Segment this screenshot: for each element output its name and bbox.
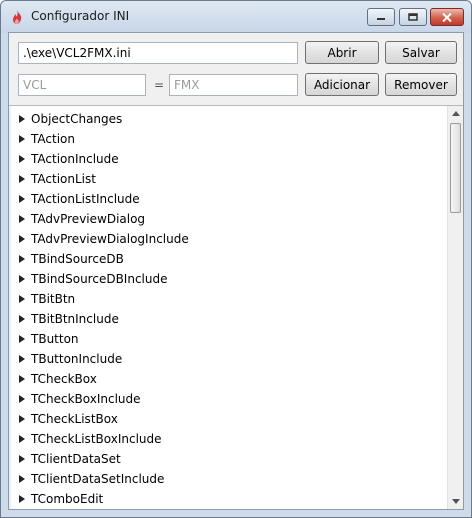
tree-node-label: TButton <box>31 332 79 346</box>
tree-node[interactable]: TClientDataSet <box>11 449 441 469</box>
add-button[interactable]: Adicionar <box>305 73 379 96</box>
tree-node[interactable]: TClientDataSetInclude <box>11 469 441 489</box>
tree-node-label: TBindSourceDBInclude <box>31 272 168 286</box>
main-window: Configurador INI Abrir Salvar = Adiciona… <box>0 0 472 518</box>
tree-node-label: TCheckBoxInclude <box>31 392 141 406</box>
fmx-input[interactable] <box>169 74 298 96</box>
expand-arrow-icon[interactable] <box>19 235 25 243</box>
tree-node-label: TBitBtnInclude <box>31 312 119 326</box>
minimize-button[interactable] <box>367 8 395 26</box>
scroll-down-icon[interactable] <box>452 499 460 504</box>
expand-arrow-icon[interactable] <box>19 455 25 463</box>
tree-node-label: TCheckListBoxInclude <box>31 432 162 446</box>
tree-node-label: TActionList <box>31 172 96 186</box>
ini-path-input[interactable] <box>18 42 298 64</box>
expand-arrow-icon[interactable] <box>19 355 25 363</box>
tree-scrollbar[interactable] <box>447 106 463 509</box>
tree-node[interactable]: TActionList <box>11 169 441 189</box>
tree-node[interactable]: TBindSourceDBInclude <box>11 269 441 289</box>
tree-node[interactable]: TCheckListBoxInclude <box>11 429 441 449</box>
expand-arrow-icon[interactable] <box>19 435 25 443</box>
tree-node-label: TBindSourceDB <box>31 252 124 266</box>
expand-arrow-icon[interactable] <box>19 255 25 263</box>
save-button[interactable]: Salvar <box>385 41 457 64</box>
tree-node-label: TAdvPreviewDialogInclude <box>31 232 189 246</box>
flame-icon <box>13 10 22 24</box>
maximize-icon <box>408 13 418 21</box>
title-bar[interactable]: Configurador INI <box>1 1 471 33</box>
tree-node[interactable]: TActionListInclude <box>11 189 441 209</box>
equals-label: = <box>154 78 165 92</box>
tree-node-label: TClientDataSetInclude <box>31 472 165 486</box>
tree-node[interactable]: TComboEdit <box>11 489 441 509</box>
tree-node-label: TButtonInclude <box>31 352 123 366</box>
tree-node[interactable]: TCheckBox <box>11 369 441 389</box>
expand-arrow-icon[interactable] <box>19 375 25 383</box>
tree-node[interactable]: TButtonInclude <box>11 349 441 369</box>
tree-node[interactable]: TBindSourceDB <box>11 249 441 269</box>
tree-node[interactable]: TButton <box>11 329 441 349</box>
tree-node-label: TBitBtn <box>31 292 76 306</box>
expand-arrow-icon[interactable] <box>19 275 25 283</box>
content-panel: Abrir Salvar = Adicionar Remover ObjectC… <box>8 32 464 510</box>
window-title: Configurador INI <box>31 9 130 23</box>
tree-node[interactable]: TAdvPreviewDialogInclude <box>11 229 441 249</box>
tree-node-label: TActionInclude <box>31 152 119 166</box>
tree-node[interactable]: TAction <box>11 129 441 149</box>
tree-node-label: TAdvPreviewDialog <box>31 212 146 226</box>
expand-arrow-icon[interactable] <box>19 475 25 483</box>
close-icon <box>442 12 452 22</box>
scroll-up-icon[interactable] <box>452 111 460 116</box>
tree-node[interactable]: TCheckBoxInclude <box>11 389 441 409</box>
expand-arrow-icon[interactable] <box>19 395 25 403</box>
tree-node[interactable]: TBitBtnInclude <box>11 309 441 329</box>
maximize-button[interactable] <box>399 8 427 26</box>
minimize-icon <box>377 18 385 20</box>
expand-arrow-icon[interactable] <box>19 495 25 503</box>
tree-node-label: TCheckListBox <box>31 412 118 426</box>
tree-node[interactable]: TAdvPreviewDialog <box>11 209 441 229</box>
tree-node-label: TClientDataSet <box>31 452 121 466</box>
ini-tree-view[interactable]: ObjectChanges TAction TActionInclude TActio… <box>11 106 447 509</box>
tree-node[interactable]: TBitBtn <box>11 289 441 309</box>
tree-node-label: TAction <box>31 132 75 146</box>
expand-arrow-icon[interactable] <box>19 415 25 423</box>
tree-node-label: TCheckBox <box>31 372 97 386</box>
tree-node-label: ObjectChanges <box>31 112 123 126</box>
close-button[interactable] <box>430 8 464 26</box>
vcl-input[interactable] <box>18 74 146 96</box>
expand-arrow-icon[interactable] <box>19 175 25 183</box>
tree-node-label: TActionListInclude <box>31 192 140 206</box>
remove-button[interactable]: Remover <box>385 73 457 96</box>
tree-node[interactable]: TCheckListBox <box>11 409 441 429</box>
expand-arrow-icon[interactable] <box>19 195 25 203</box>
open-button[interactable]: Abrir <box>305 41 379 64</box>
expand-arrow-icon[interactable] <box>19 115 25 123</box>
expand-arrow-icon[interactable] <box>19 295 25 303</box>
expand-arrow-icon[interactable] <box>19 315 25 323</box>
expand-arrow-icon[interactable] <box>19 155 25 163</box>
tree-node[interactable]: TActionInclude <box>11 149 441 169</box>
tree-node[interactable]: ObjectChanges <box>11 109 441 129</box>
expand-arrow-icon[interactable] <box>19 215 25 223</box>
tree-node-label: TComboEdit <box>31 492 104 506</box>
expand-arrow-icon[interactable] <box>19 335 25 343</box>
scrollbar-thumb[interactable] <box>450 123 461 213</box>
expand-arrow-icon[interactable] <box>19 135 25 143</box>
